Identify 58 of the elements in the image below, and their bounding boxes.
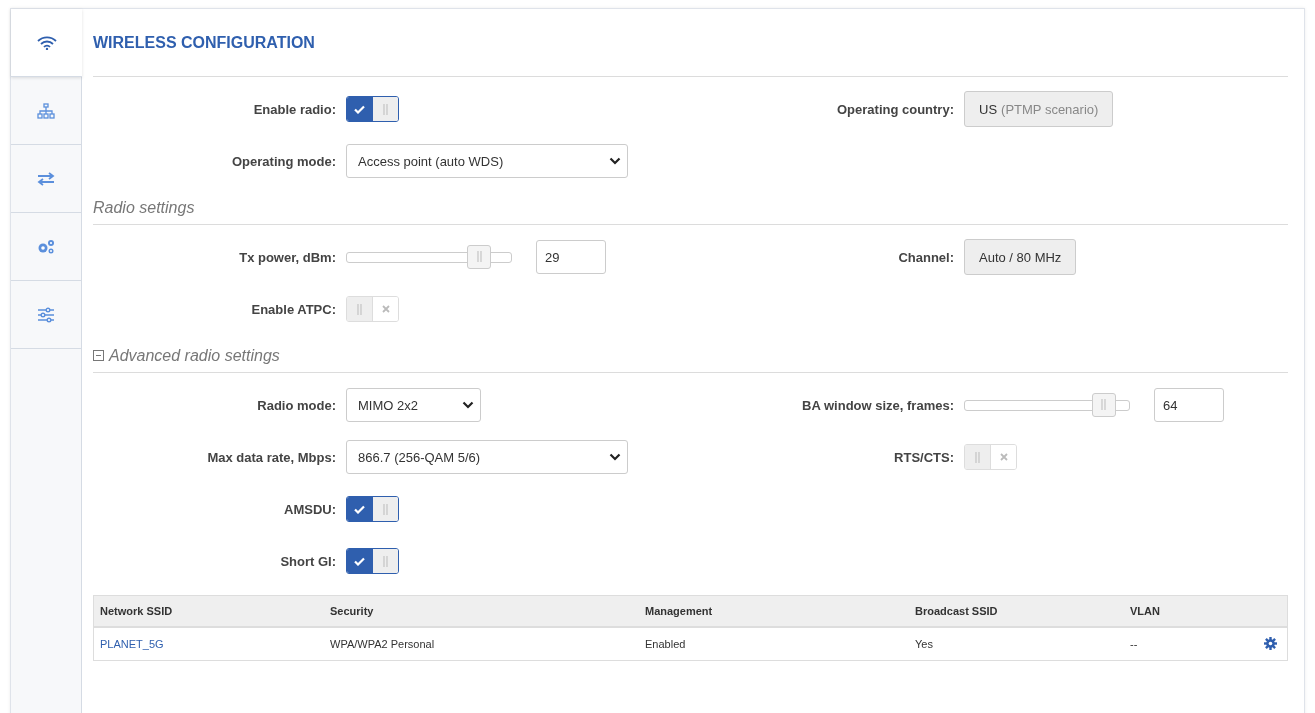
field-label: RTS/CTS: [893,449,954,465]
slider-handle[interactable] [1091,392,1116,417]
column-header: Security [330,605,375,617]
dropdown[interactable]: MIMO 2x2 [346,388,481,422]
x-icon [999,453,1008,461]
collapse-icon[interactable] [93,350,104,361]
wifi-icon [36,35,57,50]
check-icon [354,504,366,514]
field-label: Channel: [897,249,954,265]
column-header: Broadcast SSID [915,605,999,617]
sliders-icon [37,306,55,323]
check-icon [354,104,366,114]
grip-icon [382,555,388,567]
chevron-down-icon [462,401,474,409]
grip-icon [357,303,362,315]
number-input[interactable]: 64 [1154,388,1224,422]
table-cell-text: Enabled [645,638,687,650]
field-label: BA window size, frames: [801,397,954,413]
field-label: Max data rate, Mbps: [206,449,336,465]
table-cell-text: Yes [915,638,934,650]
dropdown[interactable]: Access point (auto WDS) [346,144,628,178]
toggle-switch[interactable] [346,96,399,122]
value-button[interactable]: US (PTMP scenario) [964,91,1114,127]
section-title: Advanced radio settings [109,346,280,365]
toggle-switch[interactable] [346,496,399,522]
field-label: Tx power, dBm: [238,249,336,265]
network-icon [37,102,55,119]
field-label: Enable radio: [252,101,336,117]
table-cell-text: WPA/WPA2 Personal [330,638,436,650]
column-header: VLAN [1130,605,1161,617]
grip-icon [975,451,980,463]
settings-icon[interactable] [1264,637,1277,650]
check-icon [354,556,366,566]
field-label: Operating country: [836,101,954,117]
field-label: Short GI: [279,553,336,569]
toggle-switch[interactable] [346,548,399,574]
dropdown[interactable]: 866.7 (256-QAM 5/6) [346,440,628,474]
gears-icon [37,238,55,255]
ssid-link[interactable]: PLANET_5G [100,638,164,650]
sidebar-tab[interactable] [11,9,82,77]
field-label: Enable ATPC: [250,301,336,317]
field-label: Operating mode: [231,153,336,169]
chevron-down-icon [609,157,621,165]
value-button[interactable]: Auto / 80 MHz [964,239,1077,275]
column-header: Management [645,605,714,617]
section-title: Radio settings [93,198,195,217]
x-icon [381,305,390,313]
exchange-arrows-icon [37,171,55,186]
number-input[interactable]: 29 [536,240,606,274]
grip-icon [382,503,388,515]
field-label: AMSDU: [283,501,336,517]
table-cell-text: -- [1130,638,1139,650]
grip-icon [382,103,388,115]
field-label: Radio mode: [256,397,336,413]
slider-handle[interactable] [467,244,492,269]
page-title: WIRELESS CONFIGURATION [93,9,1288,77]
column-header: Network SSID [100,605,174,617]
chevron-down-icon [609,453,621,461]
